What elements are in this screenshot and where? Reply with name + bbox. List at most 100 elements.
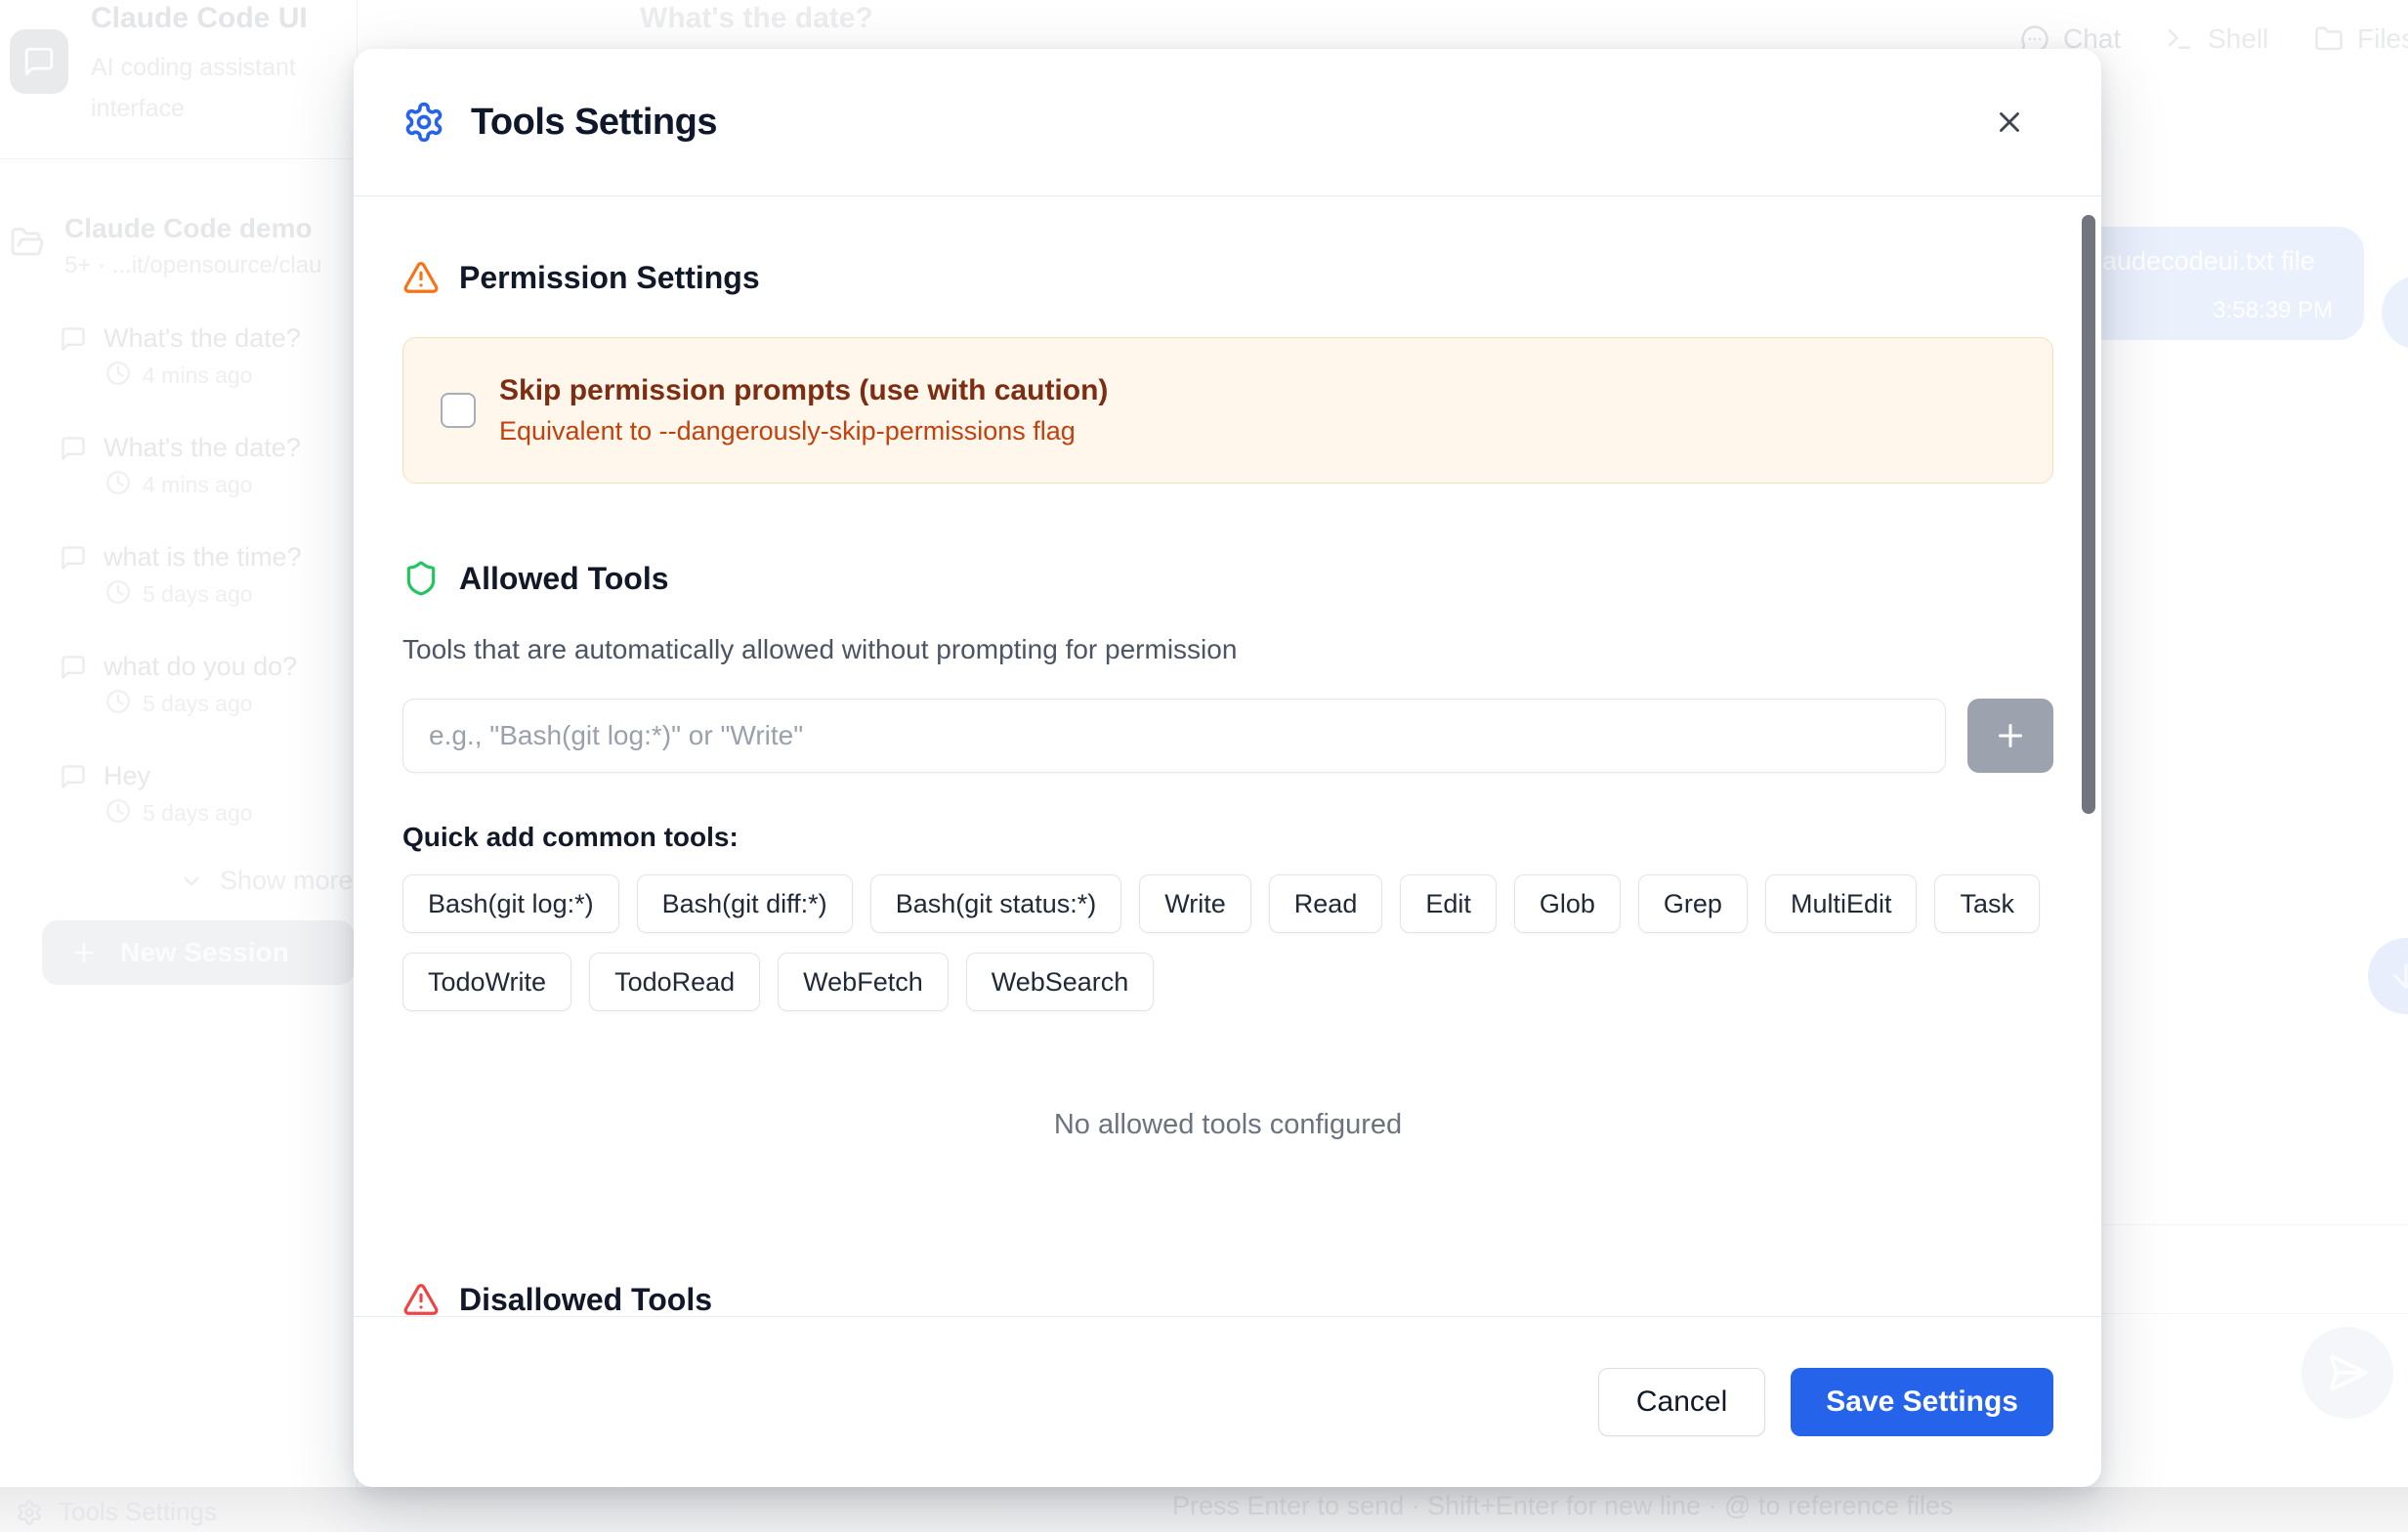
- user-message-bubble: audecodeui.txt file 3:58:39 PM: [2081, 227, 2364, 340]
- tab-files-label: Files: [2357, 23, 2408, 55]
- skip-permissions-checkbox[interactable]: [441, 393, 476, 428]
- quick-tool-button[interactable]: Bash(git status:*): [870, 874, 1122, 933]
- sidebar: Claude Code UI AI coding assistant inter…: [0, 0, 358, 1532]
- permission-settings-label: Permission Settings: [459, 260, 760, 296]
- quick-tool-button[interactable]: Grep: [1638, 874, 1748, 933]
- app-title: Claude Code UI: [91, 2, 308, 35]
- permission-settings-heading: Permission Settings: [402, 259, 2053, 296]
- quick-tool-button[interactable]: Bash(git diff:*): [637, 874, 853, 933]
- clock-icon: [106, 579, 131, 605]
- sidebar-header: Claude Code UI AI coding assistant inter…: [0, 0, 357, 159]
- modal-body: Permission Settings Skip permission prom…: [354, 196, 2101, 1365]
- message-square-icon: [22, 45, 56, 78]
- message-square-icon: [60, 435, 87, 462]
- app-screen: Claude Code UI AI coding assistant inter…: [0, 0, 2408, 1532]
- tab-shell-label: Shell: [2208, 23, 2268, 55]
- plus-icon: [69, 938, 99, 967]
- skip-permissions-subtitle: Equivalent to --dangerously-skip-permiss…: [499, 416, 1108, 447]
- send-button[interactable]: [2302, 1327, 2393, 1419]
- close-icon: [1993, 106, 2026, 139]
- close-button[interactable]: [1982, 95, 2037, 149]
- quick-tool-button[interactable]: Bash(git log:*): [402, 874, 619, 933]
- session-time: 4 mins ago: [143, 472, 253, 498]
- allowed-tool-input[interactable]: [402, 699, 1946, 773]
- scroll-to-bottom-button[interactable]: [2368, 938, 2408, 1014]
- avatar: [2382, 276, 2408, 350]
- skip-permissions-text: Skip permission prompts (use with cautio…: [499, 374, 1108, 447]
- disallowed-tools-heading: Disallowed Tools: [402, 1281, 2053, 1318]
- tab-files[interactable]: Files: [2314, 23, 2408, 55]
- add-tool-button[interactable]: [1967, 699, 2053, 773]
- warning-triangle-icon: [402, 259, 440, 296]
- no-allowed-tools-text: No allowed tools configured: [402, 1109, 2053, 1141]
- message-text: audecodeui.txt file: [2102, 246, 2315, 277]
- session-time: 5 days ago: [143, 691, 253, 717]
- allowed-tools-label: Allowed Tools: [459, 561, 669, 597]
- warning-triangle-icon: [402, 1281, 440, 1318]
- quick-tool-button[interactable]: Edit: [1400, 874, 1497, 933]
- session-title: What's the date?: [104, 433, 301, 463]
- gear-icon: [402, 101, 445, 144]
- quick-tool-button[interactable]: Task: [1934, 874, 2040, 933]
- modal-title: Tools Settings: [471, 102, 717, 144]
- app-subtitle: AI coding assistant interface: [91, 47, 345, 129]
- quick-tool-button[interactable]: TodoWrite: [402, 953, 571, 1011]
- message-timestamp: 3:58:39 PM: [2213, 297, 2333, 324]
- save-settings-button[interactable]: Save Settings: [1791, 1368, 2053, 1436]
- tools-settings-modal: Tools Settings Permission Settings Skip …: [354, 49, 2101, 1487]
- quick-tool-button[interactable]: MultiEdit: [1765, 874, 1918, 933]
- skip-permissions-title: Skip permission prompts (use with cautio…: [499, 374, 1108, 407]
- folder-icon: [2314, 24, 2344, 54]
- composer-hint: Press Enter to send · Shift+Enter for ne…: [1172, 1491, 1954, 1521]
- quick-tool-button[interactable]: WebFetch: [778, 953, 949, 1011]
- quick-add-label: Quick add common tools:: [402, 822, 2053, 853]
- quick-tool-button[interactable]: Write: [1139, 874, 1251, 933]
- tab-shell[interactable]: Shell: [2165, 23, 2268, 55]
- session-title: What's the date?: [104, 323, 301, 354]
- shield-icon: [402, 560, 440, 597]
- arrow-down-icon: [2387, 958, 2408, 995]
- session-title: Hey: [104, 761, 150, 791]
- modal-scrollbar-thumb[interactable]: [2082, 215, 2095, 814]
- tools-settings-label: Tools Settings: [59, 1497, 217, 1527]
- new-session-button[interactable]: New Session: [42, 920, 355, 985]
- cancel-button[interactable]: Cancel: [1598, 1368, 1765, 1436]
- quick-tool-button[interactable]: WebSearch: [966, 953, 1155, 1011]
- message-square-icon: [60, 544, 87, 572]
- plus-icon: [1993, 718, 2028, 753]
- folder-open-icon: [10, 225, 45, 260]
- show-more-label: Show more: [220, 866, 354, 896]
- clock-icon: [106, 470, 131, 495]
- session-title: what is the time?: [104, 542, 302, 573]
- clock-icon: [106, 798, 131, 824]
- clock-icon: [106, 361, 131, 386]
- send-icon: [2326, 1351, 2369, 1394]
- chevron-down-icon: [179, 869, 204, 894]
- allowed-tools-heading: Allowed Tools: [402, 560, 2053, 597]
- modal-footer: Cancel Save Settings: [354, 1316, 2101, 1487]
- new-session-label: New Session: [120, 937, 289, 968]
- clock-icon: [106, 689, 131, 714]
- session-title: what do you do?: [104, 652, 297, 682]
- message-square-icon: [60, 654, 87, 681]
- chat-title: What's the date?: [640, 2, 873, 35]
- skip-permissions-alert: Skip permission prompts (use with cautio…: [402, 337, 2053, 484]
- show-more-button[interactable]: Show more: [179, 866, 354, 896]
- message-square-icon: [60, 763, 87, 790]
- quick-tool-button[interactable]: Read: [1269, 874, 1383, 933]
- tools-settings-link[interactable]: Tools Settings: [16, 1497, 217, 1527]
- session-time: 5 days ago: [143, 581, 253, 608]
- add-tool-row: [402, 699, 2053, 773]
- quick-tool-button[interactable]: Glob: [1514, 874, 1621, 933]
- gear-icon: [16, 1499, 43, 1526]
- quick-add-tools: Bash(git log:*) Bash(git diff:*) Bash(gi…: [402, 874, 2053, 1011]
- session-time: 5 days ago: [143, 800, 253, 827]
- project-meta: 5+ · ...it/opensource/clau: [64, 252, 321, 279]
- terminal-icon: [2165, 24, 2194, 54]
- message-square-icon: [60, 325, 87, 353]
- modal-header: Tools Settings: [354, 49, 2101, 196]
- quick-tool-button[interactable]: TodoRead: [589, 953, 760, 1011]
- session-time: 4 mins ago: [143, 362, 253, 389]
- disallowed-tools-label: Disallowed Tools: [459, 1282, 712, 1318]
- project-name[interactable]: Claude Code demo: [64, 213, 313, 244]
